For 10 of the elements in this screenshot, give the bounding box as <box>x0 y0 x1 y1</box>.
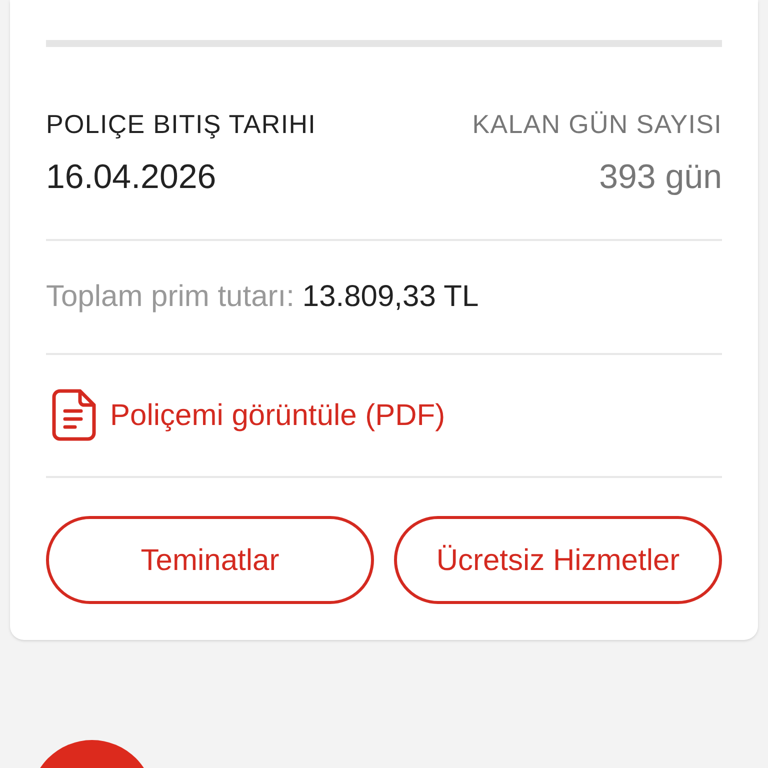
end-date-value: 16.04.2026 <box>46 156 218 198</box>
premium-value: 13.809,33 TL <box>302 279 479 316</box>
document-icon <box>52 389 96 442</box>
pdf-link[interactable]: Poliçemi görüntüle (PDF) <box>46 354 722 476</box>
end-date-label: POLIÇE BITIŞ TARIHI <box>46 108 316 141</box>
outline-button[interactable]: Teminatlar <box>46 516 374 604</box>
remaining-days-label: KALAN GÜN SAYISI <box>472 108 722 141</box>
remaining-days-value: 393 gün <box>599 156 722 198</box>
premium-label: Toplam prim tutarı: <box>46 279 294 316</box>
outline-button[interactable]: Ücretsiz Hizmetler <box>394 516 722 604</box>
